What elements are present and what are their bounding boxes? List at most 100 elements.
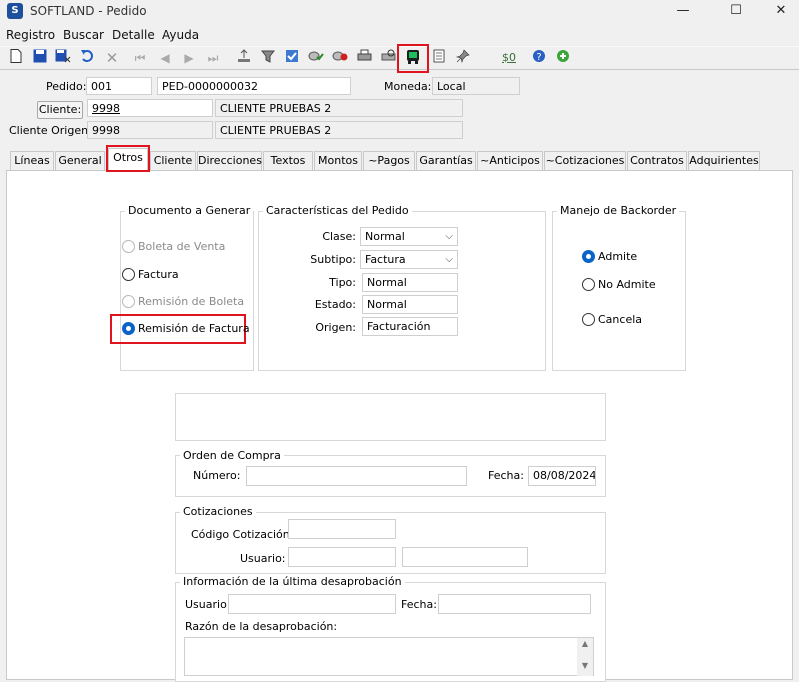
help-icon[interactable]: ?: [530, 49, 548, 67]
clase-value: Normal: [365, 230, 405, 243]
menu-registro[interactable]: Registro: [6, 28, 55, 42]
print-preview-icon[interactable]: [379, 49, 397, 67]
cancela-label: Cancela: [598, 313, 643, 326]
upload-icon[interactable]: [235, 49, 253, 67]
cancela-radio[interactable]: [582, 313, 595, 326]
approve-icon[interactable]: [307, 49, 325, 67]
last-icon[interactable]: ⏭: [204, 49, 222, 67]
backorder-title: Manejo de Backorder: [557, 204, 680, 217]
fecha-oc-label: Fecha:: [488, 469, 524, 482]
prev-icon[interactable]: ◀: [156, 49, 174, 67]
documento-title: Documento a Generar: [125, 204, 254, 217]
tab-cotizaciones[interactable]: ~Cotizaciones: [544, 151, 626, 170]
notes-box: [175, 393, 606, 441]
tab-montos[interactable]: Montos: [314, 151, 362, 170]
svg-text:?: ?: [536, 52, 541, 63]
codigo-cotizacion-input[interactable]: [288, 519, 396, 539]
close-button[interactable]: ✕: [758, 0, 799, 23]
cotizacion-usuario-name-input[interactable]: [402, 547, 528, 567]
cotizaciones-title: Cotizaciones: [180, 505, 256, 518]
razon-scrollbar[interactable]: ▲ ▼: [577, 638, 593, 676]
calculator-icon[interactable]: [430, 49, 448, 67]
boleta-venta-label: Boleta de Venta: [138, 240, 226, 253]
tab-garantias[interactable]: Garantías: [416, 151, 476, 170]
filter-icon[interactable]: [259, 49, 277, 67]
subtipo-select[interactable]: Factura ⌵: [360, 250, 458, 269]
factura-label: Factura: [138, 268, 179, 281]
tab-general[interactable]: General: [55, 151, 105, 170]
tab-anticipos[interactable]: ~Anticipos: [477, 151, 543, 170]
orden-compra-title: Orden de Compra: [180, 449, 284, 462]
desaprobacion-fecha-input[interactable]: [438, 594, 591, 614]
remision-factura-label: Remisión de Factura: [138, 322, 250, 335]
remision-boleta-radio[interactable]: [122, 295, 135, 308]
scroll-down-icon[interactable]: ▼: [577, 660, 593, 672]
cliente-origen-label: Cliente Origen:: [9, 124, 92, 137]
clase-select[interactable]: Normal ⌵: [360, 227, 458, 246]
clase-label: Clase:: [322, 230, 356, 243]
numero-input[interactable]: [246, 466, 467, 486]
tipo-label: Tipo:: [329, 276, 356, 289]
quantity-icon[interactable]: $0: [498, 49, 520, 67]
undo-icon[interactable]: [78, 49, 96, 67]
remision-boleta-label: Remisión de Boleta: [138, 295, 245, 308]
desaprobacion-usuario-label: Usuario:: [185, 598, 231, 611]
cotizacion-usuario-input[interactable]: [288, 547, 396, 567]
pedido-series-field[interactable]: 001: [86, 77, 152, 95]
cliente-origen-name-field: CLIENTE PRUEBAS 2: [215, 121, 463, 139]
next-icon[interactable]: ▶: [180, 49, 198, 67]
delete-icon[interactable]: ✕: [103, 49, 121, 67]
pin-icon[interactable]: [454, 49, 472, 67]
check-icon[interactable]: [283, 49, 301, 67]
numero-label: Número:: [193, 469, 241, 482]
remision-factura-radio[interactable]: [122, 322, 135, 335]
add-icon[interactable]: [554, 49, 572, 67]
chevron-down-icon: ⌵: [445, 254, 453, 265]
desaprobacion-title: Información de la última desaprobación: [180, 575, 405, 588]
backorder-group: [552, 211, 686, 371]
tab-direcciones[interactable]: Direcciones: [197, 151, 262, 170]
desaprobacion-usuario-input[interactable]: [228, 594, 396, 614]
app-logo-icon: S: [7, 3, 23, 19]
moneda-field: Local: [432, 77, 520, 95]
pedido-number-field[interactable]: PED-0000000032: [157, 77, 351, 95]
tab-cliente[interactable]: Cliente: [150, 151, 196, 170]
tab-contratos[interactable]: Contratos: [627, 151, 687, 170]
boleta-venta-radio[interactable]: [122, 240, 135, 253]
estado-label: Estado:: [314, 298, 356, 311]
save-icon[interactable]: [31, 49, 49, 67]
estado-field[interactable]: Normal: [362, 295, 458, 314]
no-admite-radio[interactable]: [582, 278, 595, 291]
menu-buscar[interactable]: Buscar: [63, 28, 104, 42]
scroll-up-icon[interactable]: ▲: [577, 638, 593, 650]
tab-textos[interactable]: Textos: [263, 151, 313, 170]
tab-lineas[interactable]: Líneas: [10, 151, 54, 170]
admite-radio[interactable]: [582, 250, 595, 263]
print-icon[interactable]: [355, 49, 373, 67]
cliente-origen-code-field: 9998: [87, 121, 213, 139]
menu-ayuda[interactable]: Ayuda: [162, 28, 199, 42]
cliente-code-field[interactable]: 9998: [87, 99, 213, 117]
highlighted-device-icon[interactable]: [404, 49, 422, 67]
razon-textarea[interactable]: [184, 637, 594, 676]
origen-field[interactable]: Facturación: [362, 317, 458, 336]
save-close-icon[interactable]: [54, 49, 72, 67]
moneda-label: Moneda:: [384, 80, 432, 93]
maximize-button[interactable]: ☐: [713, 0, 759, 23]
reject-icon[interactable]: [331, 49, 349, 67]
cliente-button[interactable]: Cliente:: [37, 101, 83, 119]
desaprobacion-fecha-label: Fecha:: [401, 598, 437, 611]
tab-pagos[interactable]: ~Pagos: [363, 151, 415, 170]
caracteristicas-title: Características del Pedido: [263, 204, 412, 217]
no-admite-label: No Admite: [598, 278, 656, 291]
tab-adquirientes[interactable]: Adquirientes: [688, 151, 760, 170]
new-icon[interactable]: [7, 49, 25, 67]
minimize-button[interactable]: —: [660, 0, 706, 23]
first-icon[interactable]: ⏮: [131, 49, 149, 67]
codigo-cotizacion-label: Código Cotización:: [191, 528, 294, 541]
fecha-oc-input[interactable]: 08/08/2024: [528, 466, 596, 486]
documento-group: [120, 211, 254, 371]
factura-radio[interactable]: [122, 268, 135, 281]
tipo-field[interactable]: Normal: [362, 273, 458, 292]
menu-detalle[interactable]: Detalle: [112, 28, 155, 42]
